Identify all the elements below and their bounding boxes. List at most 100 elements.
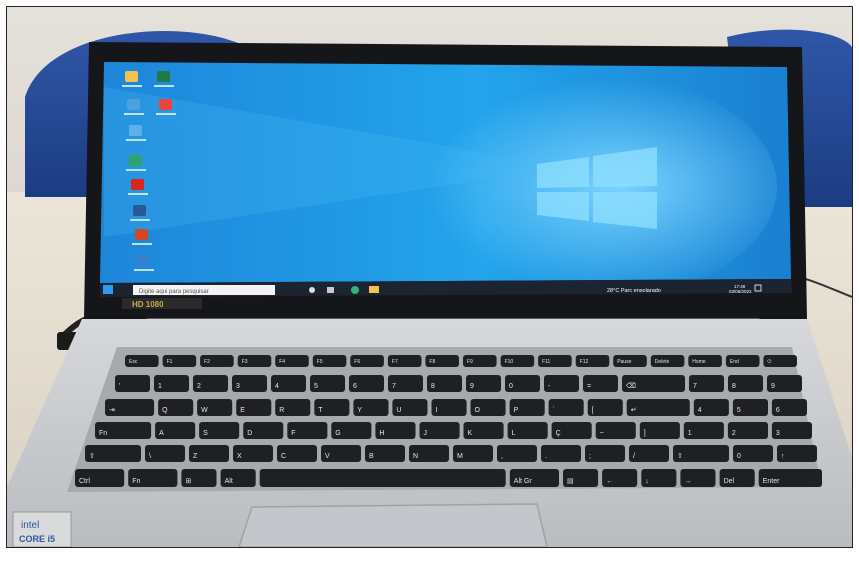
key-label: Alt Gr [514, 478, 533, 485]
key-label: Z [193, 453, 198, 460]
key-label: Ç [556, 430, 561, 437]
key-label: 7 [392, 383, 396, 390]
key-label: 1 [688, 430, 692, 437]
intel-brand-text: intel [21, 520, 39, 531]
key-label: 7 [693, 383, 697, 390]
key-label: H [379, 430, 384, 437]
key-label: F6 [354, 359, 360, 365]
key-label: ⇥ [109, 407, 115, 414]
acrobat-icon [131, 179, 144, 190]
key-label: 3 [236, 383, 240, 390]
key-label: 0 [509, 383, 513, 390]
key-label: ; [589, 453, 591, 460]
key-label: 8 [732, 383, 736, 390]
chrome-icon [159, 99, 172, 110]
key-label: I [436, 407, 438, 414]
weather-text: 28°C Parc ensolarado [607, 288, 661, 294]
key-label: F5 [317, 359, 323, 365]
key-label: ] [644, 430, 646, 437]
key-label: C [281, 453, 286, 460]
key-label: F9 [467, 359, 473, 365]
key-label: ⊞ [185, 478, 191, 485]
desktop-icon-caption [130, 219, 150, 221]
key-label: Alt [225, 478, 233, 485]
desktop-icon-caption [134, 269, 154, 271]
key-label: = [587, 383, 591, 390]
key-label: N [413, 453, 418, 460]
key-label: F8 [429, 359, 435, 365]
key-label: F7 [392, 359, 398, 365]
key-label: L [512, 430, 516, 437]
key-label: F11 [542, 359, 550, 365]
key-label: 5 [737, 407, 741, 414]
key-label: S [203, 430, 208, 437]
key-label: Fn [99, 430, 107, 437]
key-label: 6 [776, 407, 780, 414]
key-label: Del [724, 478, 735, 485]
desktop-icon-caption [154, 85, 174, 87]
key-label: O [475, 407, 481, 414]
key-label: P [514, 407, 519, 414]
key-label: F1 [167, 359, 173, 365]
key-label: Enter [763, 478, 780, 485]
key-label: ← [606, 478, 613, 485]
key-label: ⏻ [767, 359, 771, 365]
key-label: Delete [655, 359, 670, 365]
desktop-icon-caption [126, 139, 146, 141]
key-label: Esc [129, 359, 138, 365]
photo-frame: Digite aqui para pesquisar 28°C Parc ens… [6, 6, 853, 548]
key-label: Pause [617, 359, 631, 365]
key-label: 3 [776, 430, 780, 437]
key-label: Q [162, 407, 168, 414]
excel-icon [157, 71, 170, 82]
key-label: 9 [771, 383, 775, 390]
key-label: End [730, 359, 739, 365]
keyboard-key[interactable] [541, 445, 581, 462]
keyboard-key[interactable] [259, 469, 506, 487]
taskbar-edge-icon [351, 286, 359, 294]
desktop-icon-caption [126, 169, 146, 171]
key-label: T [318, 407, 323, 414]
key-label: ⌫ [626, 382, 636, 390]
touchpad [238, 503, 548, 547]
key-label: F3 [242, 359, 248, 365]
key-label: ▤ [567, 478, 574, 485]
keyboard-key[interactable] [629, 445, 669, 462]
key-label: ↵ [631, 407, 637, 414]
key-label: X [237, 453, 242, 460]
desktop-icon-caption [124, 113, 144, 115]
keyboard-key[interactable] [585, 445, 625, 462]
key-label: E [240, 407, 245, 414]
key-label: ⇧ [89, 452, 95, 460]
key-label: ~ [600, 430, 604, 437]
key-label: Home [692, 359, 706, 365]
key-label: 5 [314, 383, 318, 390]
key-label: . [545, 453, 547, 460]
key-label: ⇧ [677, 452, 683, 460]
key-label: A [159, 430, 164, 437]
key-label: G [335, 430, 340, 437]
key-label: 9 [470, 383, 474, 390]
key-label: 0 [737, 453, 741, 460]
key-label: 6 [353, 383, 357, 390]
key-label: D [247, 430, 252, 437]
key-label: 4 [698, 407, 702, 414]
keyboard-key[interactable] [497, 445, 537, 462]
hd-badge-text: HD 1080 [132, 300, 164, 309]
key-label: F2 [204, 359, 210, 365]
key-label: 1 [158, 383, 162, 390]
app-icon [137, 255, 150, 266]
key-label: ´ [553, 407, 555, 414]
key-label: J [424, 430, 428, 437]
key-label: 2 [732, 430, 736, 437]
user-folder-icon [125, 71, 138, 82]
key-label: ↑ [781, 453, 785, 460]
pc-icon [129, 125, 142, 136]
taskview-icon [327, 287, 334, 293]
keyboard-key[interactable] [639, 422, 680, 439]
key-label: B [369, 453, 374, 460]
taskbar-folder-icon [369, 286, 379, 293]
laptop-photo: Digite aqui para pesquisar 28°C Parc ens… [7, 7, 852, 547]
key-label: R [279, 407, 284, 414]
keyboard-key[interactable] [145, 445, 185, 462]
